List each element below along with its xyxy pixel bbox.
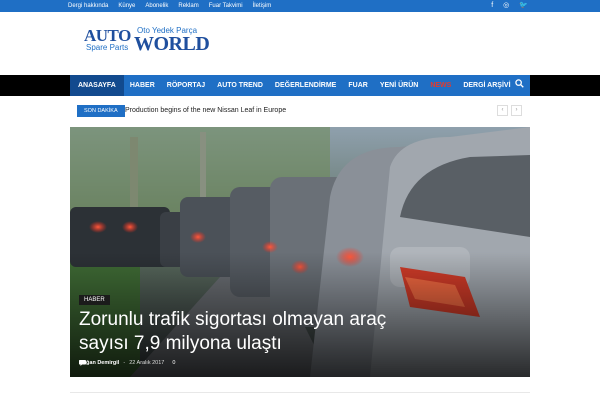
top-link-masthead[interactable]: Künye [118, 0, 135, 12]
twitter-icon[interactable]: 🐦 [519, 0, 528, 12]
article-category-badge[interactable]: HABER [79, 295, 110, 305]
nav-item-interview[interactable]: RÖPORTAJ [161, 75, 211, 96]
chevron-left-icon[interactable]: ‹ [497, 105, 508, 116]
featured-article[interactable]: HABER Zorunlu trafik sigortası olmayan a… [70, 127, 530, 377]
comment-count[interactable]: 0 [172, 360, 175, 366]
ticker-headline[interactable]: Production begins of the new Nissan Leaf… [125, 103, 286, 119]
top-links: Dergi hakkında Künye Abonelik Reklam Fua… [68, 0, 271, 12]
search-icon[interactable] [515, 75, 524, 96]
chevron-right-icon[interactable]: › [511, 105, 522, 116]
nav-item-news-tr[interactable]: HABER [124, 75, 161, 96]
nav-item-archive[interactable]: DERGİ ARŞİVİ [457, 75, 516, 96]
logo-spare-parts-text: Spare Parts [86, 43, 129, 52]
article-date: 22 Aralık 2017 [129, 360, 165, 366]
social-links: f ◎ 🐦 [491, 0, 528, 12]
top-link-advertising[interactable]: Reklam [178, 0, 198, 12]
article-title[interactable]: Zorunlu trafik sigortası olmayan araç sa… [79, 308, 409, 356]
facebook-icon[interactable]: f [491, 0, 493, 12]
search-icon-svg [515, 79, 524, 88]
main-nav: ANASAYFA HABER RÖPORTAJ AUTO TREND DEĞER… [70, 75, 530, 96]
top-link-subscription[interactable]: Abonelik [145, 0, 168, 12]
nav-item-new-product[interactable]: YENİ ÜRÜN [374, 75, 425, 96]
comment-icon-svg [79, 360, 86, 366]
nav-item-fair[interactable]: FUAR [342, 75, 373, 96]
nav-item-home[interactable]: ANASAYFA [70, 75, 124, 96]
breaking-news-badge: SON DAKİKA [77, 105, 125, 117]
nav-item-news[interactable]: NEWS [424, 75, 457, 96]
nav-item-auto-trend[interactable]: AUTO TREND [211, 75, 269, 96]
meta-separator: - [123, 360, 126, 366]
top-link-contact[interactable]: İletişim [253, 0, 272, 12]
instagram-icon[interactable]: ◎ [503, 0, 509, 12]
top-link-about[interactable]: Dergi hakkında [68, 0, 108, 12]
top-bar: Dergi hakkında Künye Abonelik Reklam Fua… [0, 0, 600, 12]
site-logo[interactable]: AUTO Spare Parts Oto Yedek Parça WORLD [84, 26, 210, 58]
content-divider [70, 392, 530, 393]
ticker-arrows: ‹ › [497, 105, 522, 116]
nav-item-review[interactable]: DEĞERLENDİRME [269, 75, 342, 96]
article-meta: Kağan Demirgil - 22 Aralık 2017 0 [79, 360, 175, 366]
top-link-fair-calendar[interactable]: Fuar Takvimi [209, 0, 243, 12]
logo-world-text: WORLD [134, 33, 210, 55]
breaking-news-ticker: SON DAKİKA Production begins of the new … [70, 103, 530, 119]
